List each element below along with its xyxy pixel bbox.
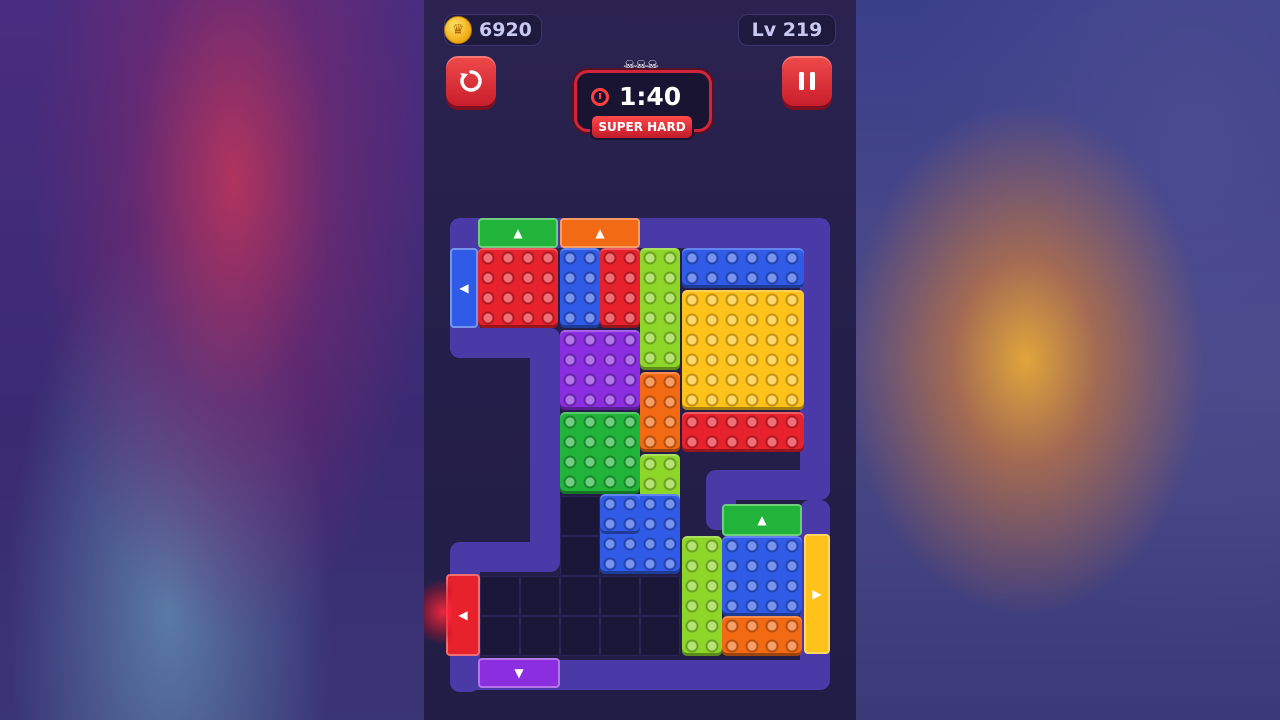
arrow-left-icon: ◀ [459,281,469,295]
timer-value: 1:40 [619,82,682,111]
board-track-segment [530,328,560,568]
orange-exit-gate-top[interactable]: ▲ [560,218,640,248]
empty-grid-cell [560,616,600,656]
arrow-down-icon: ▼ [514,666,524,680]
game-screen: ♛ 6920 Lv 219 ☠☠☠ 1:40 SUPER HARD ▲ ▲ ◀ ▲ ▶ ◀… [424,0,856,720]
empty-grid-cell [480,576,520,616]
arrow-right-icon: ▶ [812,587,822,601]
empty-grid-cell [560,536,600,576]
coin-count: 6920 [479,19,532,41]
board-track-segment [800,218,830,486]
level-indicator: Lv 219 [738,14,836,46]
blue-block-3x1[interactable] [682,248,804,288]
yellow-block-3x3[interactable] [682,290,804,410]
orange-block-1x2[interactable] [640,372,680,452]
empty-grid-cell [600,616,640,656]
empty-grid-cell [480,616,520,656]
stopwatch-icon [591,88,609,106]
blue-exit-gate-left[interactable]: ◀ [450,248,478,328]
empty-grid-cell [520,576,560,616]
crown-coin-icon: ♛ [444,16,472,44]
empty-grid-cell [520,616,560,656]
pause-icon [799,72,815,90]
arrow-up-icon: ▲ [757,513,767,527]
difficulty-badge: SUPER HARD [590,114,694,140]
orange-block-2x1[interactable] [722,616,802,656]
empty-grid-cell [640,576,680,616]
red-block-3x1[interactable] [682,412,804,452]
blurred-background-right [856,0,1280,720]
empty-grid-cell [640,616,680,656]
green-exit-gate-top[interactable]: ▲ [478,218,558,248]
restart-icon [460,70,482,92]
purple-exit-gate-bottom[interactable]: ▼ [478,658,560,688]
coin-counter: ♛ 6920 [444,14,542,46]
blurred-background-left [0,0,424,720]
arrow-left-icon: ◀ [458,608,468,622]
yellow-exit-gate-right[interactable]: ▶ [804,534,830,654]
green-block-2x2[interactable] [560,412,640,494]
arrow-up-icon: ▲ [595,226,605,240]
red-block-1x2[interactable] [600,248,640,328]
empty-grid-cell [560,576,600,616]
arrow-up-icon: ▲ [513,226,523,240]
red-block-2x2[interactable] [478,248,558,328]
blue-block-1x2[interactable] [560,248,600,328]
restart-button[interactable] [446,56,496,106]
lime-block-1x3[interactable] [640,248,680,370]
pause-button[interactable] [782,56,832,106]
lime-block-1x3-bottom[interactable] [682,536,722,656]
empty-grid-cell [560,496,600,536]
green-exit-gate-right-top[interactable]: ▲ [722,504,802,536]
red-particle-burst [424,572,452,652]
purple-block-2x2[interactable] [560,330,640,410]
empty-grid-cell [600,576,640,616]
blue-l-block-part[interactable] [600,494,640,534]
blue-block-2x2-bottom[interactable] [722,536,802,616]
